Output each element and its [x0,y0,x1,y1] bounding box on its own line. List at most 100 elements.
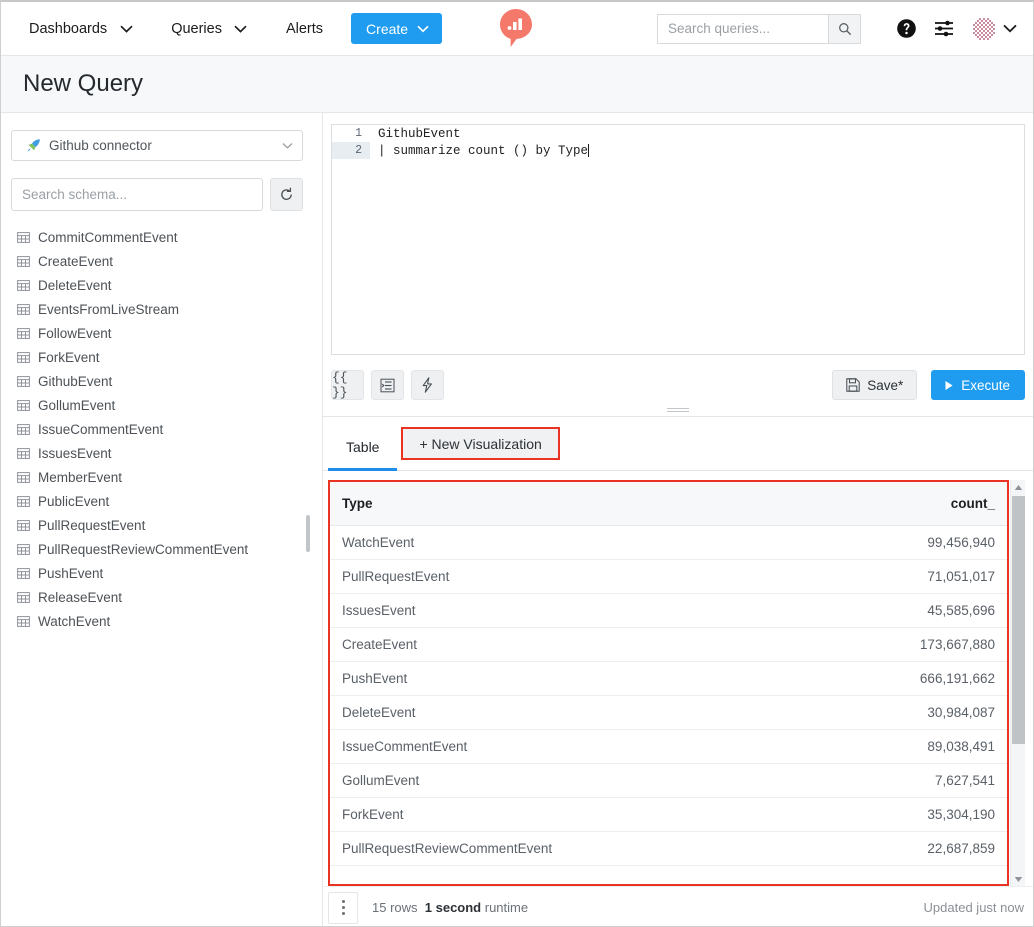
create-button[interactable]: Create [351,13,442,44]
refresh-icon[interactable] [270,178,303,211]
schema-table-item[interactable]: EventsFromLiveStream [1,297,322,321]
execute-button[interactable]: Execute [931,370,1025,400]
schema-table-item[interactable]: PullRequestReviewCommentEvent [1,537,322,561]
table-row[interactable]: CreateEvent 173,667,880 [330,627,1007,661]
table-icon [17,519,30,532]
save-button[interactable]: Save* [832,370,917,400]
page-header: New Query [1,56,1033,113]
schema-table-item[interactable]: ReleaseEvent [1,585,322,609]
top-navigation-bar: Dashboards Queries Alerts Create [1,2,1033,56]
search-input[interactable] [657,14,828,44]
cell-type: CreateEvent [330,627,669,661]
schema-table-label: CreateEvent [38,254,113,269]
table-icon [17,471,30,484]
nav-item-queries[interactable]: Queries [165,21,228,37]
chevron-down-icon-avatar[interactable] [1003,24,1017,33]
table-icon [17,231,30,244]
user-avatar-identicon[interactable] [971,16,997,42]
table-icon [17,327,30,340]
indent-format-icon[interactable] [371,370,404,400]
cell-type: DeleteEvent [330,695,669,729]
schema-table-item[interactable]: PullRequestEvent [1,513,322,537]
splitter-grip-handle[interactable] [667,408,689,413]
schema-table-label: IssuesEvent [38,446,112,461]
schema-table-item[interactable]: GollumEvent [1,393,322,417]
connector-rocket-icon [26,138,41,153]
editor-line[interactable]: 1 GithubEvent [332,125,1024,142]
lightning-bolt-icon[interactable] [411,370,444,400]
schema-table-label: PublicEvent [38,494,109,509]
schema-table-item[interactable]: GithubEvent [1,369,322,393]
table-icon [17,351,30,364]
scrollbar-track[interactable] [1011,494,1026,872]
schema-search-input[interactable] [11,178,263,211]
runtime-value: 1 second [425,900,481,915]
cell-type: WatchEvent [330,525,669,559]
schema-table-item[interactable]: CommitCommentEvent [1,225,322,249]
sidebar-scrollbar-thumb[interactable] [306,515,310,552]
table-row[interactable]: IssuesEvent 45,585,696 [330,593,1007,627]
app-logo[interactable] [498,7,534,49]
query-editor[interactable]: 1 GithubEvent 2 | summarize count () by … [331,124,1025,355]
schema-table-label: ReleaseEvent [38,590,122,605]
schema-table-label: WatchEvent [38,614,110,629]
parameters-button[interactable]: {{ }} [331,370,364,400]
schema-table-item[interactable]: PublicEvent [1,489,322,513]
pane-splitter[interactable] [323,407,1033,417]
tab-table[interactable]: Table [328,424,397,470]
table-icon [17,423,30,436]
table-row[interactable]: PullRequestReviewCommentEvent 22,687,859 [330,831,1007,865]
schema-table-item[interactable]: MemberEvent [1,465,322,489]
results-vertical-scrollbar[interactable] [1010,480,1025,886]
scroll-up-arrow-icon[interactable] [1011,480,1026,494]
column-header-type[interactable]: Type [330,482,669,525]
help-circle-icon[interactable] [887,10,925,48]
schema-table-label: PullRequestEvent [38,518,145,533]
cell-type: GollumEvent [330,763,669,797]
dropdown-caret-icon [282,142,293,149]
results-table-frame: Type count_ WatchEvent 99,456,940 PullRe… [328,480,1009,886]
schema-table-label: EventsFromLiveStream [38,302,179,317]
nav-item-alerts[interactable]: Alerts [280,21,329,37]
chevron-down-icon-dashboards[interactable] [113,2,139,55]
column-header-count[interactable]: count_ [669,482,1008,525]
scrollbar-thumb[interactable] [1012,496,1025,744]
schema-table-item[interactable]: PushEvent [1,561,322,585]
schema-table-item[interactable]: IssueCommentEvent [1,417,322,441]
table-row[interactable]: IssueCommentEvent 89,038,491 [330,729,1007,763]
table-row[interactable]: GollumEvent 7,627,541 [330,763,1007,797]
cell-count: 35,304,190 [669,797,1008,831]
schema-table-item[interactable]: ForkEvent [1,345,322,369]
create-button-label: Create [366,21,408,37]
schema-table-item[interactable]: CreateEvent [1,249,322,273]
sliders-settings-icon[interactable] [925,10,963,48]
schema-table-item[interactable]: FollowEvent [1,321,322,345]
table-icon [17,591,30,604]
connector-dropdown[interactable]: Github connector [11,130,303,161]
cell-type: IssueCommentEvent [330,729,669,763]
cell-count: 71,051,017 [669,559,1008,593]
table-row[interactable]: PushEvent 666,191,662 [330,661,1007,695]
table-row[interactable]: DeleteEvent 30,984,087 [330,695,1007,729]
cell-type: PushEvent [330,661,669,695]
table-row[interactable]: WatchEvent 99,456,940 [330,525,1007,559]
table-row[interactable]: ForkEvent 35,304,190 [330,797,1007,831]
results-table: Type count_ WatchEvent 99,456,940 PullRe… [330,482,1007,866]
editor-toolbar: {{ }} [331,355,1025,407]
schema-table-item[interactable]: WatchEvent [1,609,322,633]
editor-line[interactable]: 2 | summarize count () by Type [332,142,1024,159]
chevron-down-icon-queries[interactable] [228,2,254,55]
schema-table-label: PushEvent [38,566,103,581]
schema-table-list[interactable]: CommitCommentEvent CreateEvent DeleteEve… [1,225,322,927]
nav-item-dashboards[interactable]: Dashboards [23,21,113,37]
schema-table-item[interactable]: DeleteEvent [1,273,322,297]
cell-count: 7,627,541 [669,763,1008,797]
schema-table-item[interactable]: IssuesEvent [1,441,322,465]
search-icon[interactable] [828,14,861,44]
scroll-down-arrow-icon[interactable] [1011,872,1026,886]
kebab-menu-icon[interactable] [328,892,358,924]
tab-new-visualization[interactable]: + New Visualization [401,427,559,460]
schema-table-label: IssueCommentEvent [38,422,163,437]
table-row[interactable]: PullRequestEvent 71,051,017 [330,559,1007,593]
cell-count: 22,687,859 [669,831,1008,865]
